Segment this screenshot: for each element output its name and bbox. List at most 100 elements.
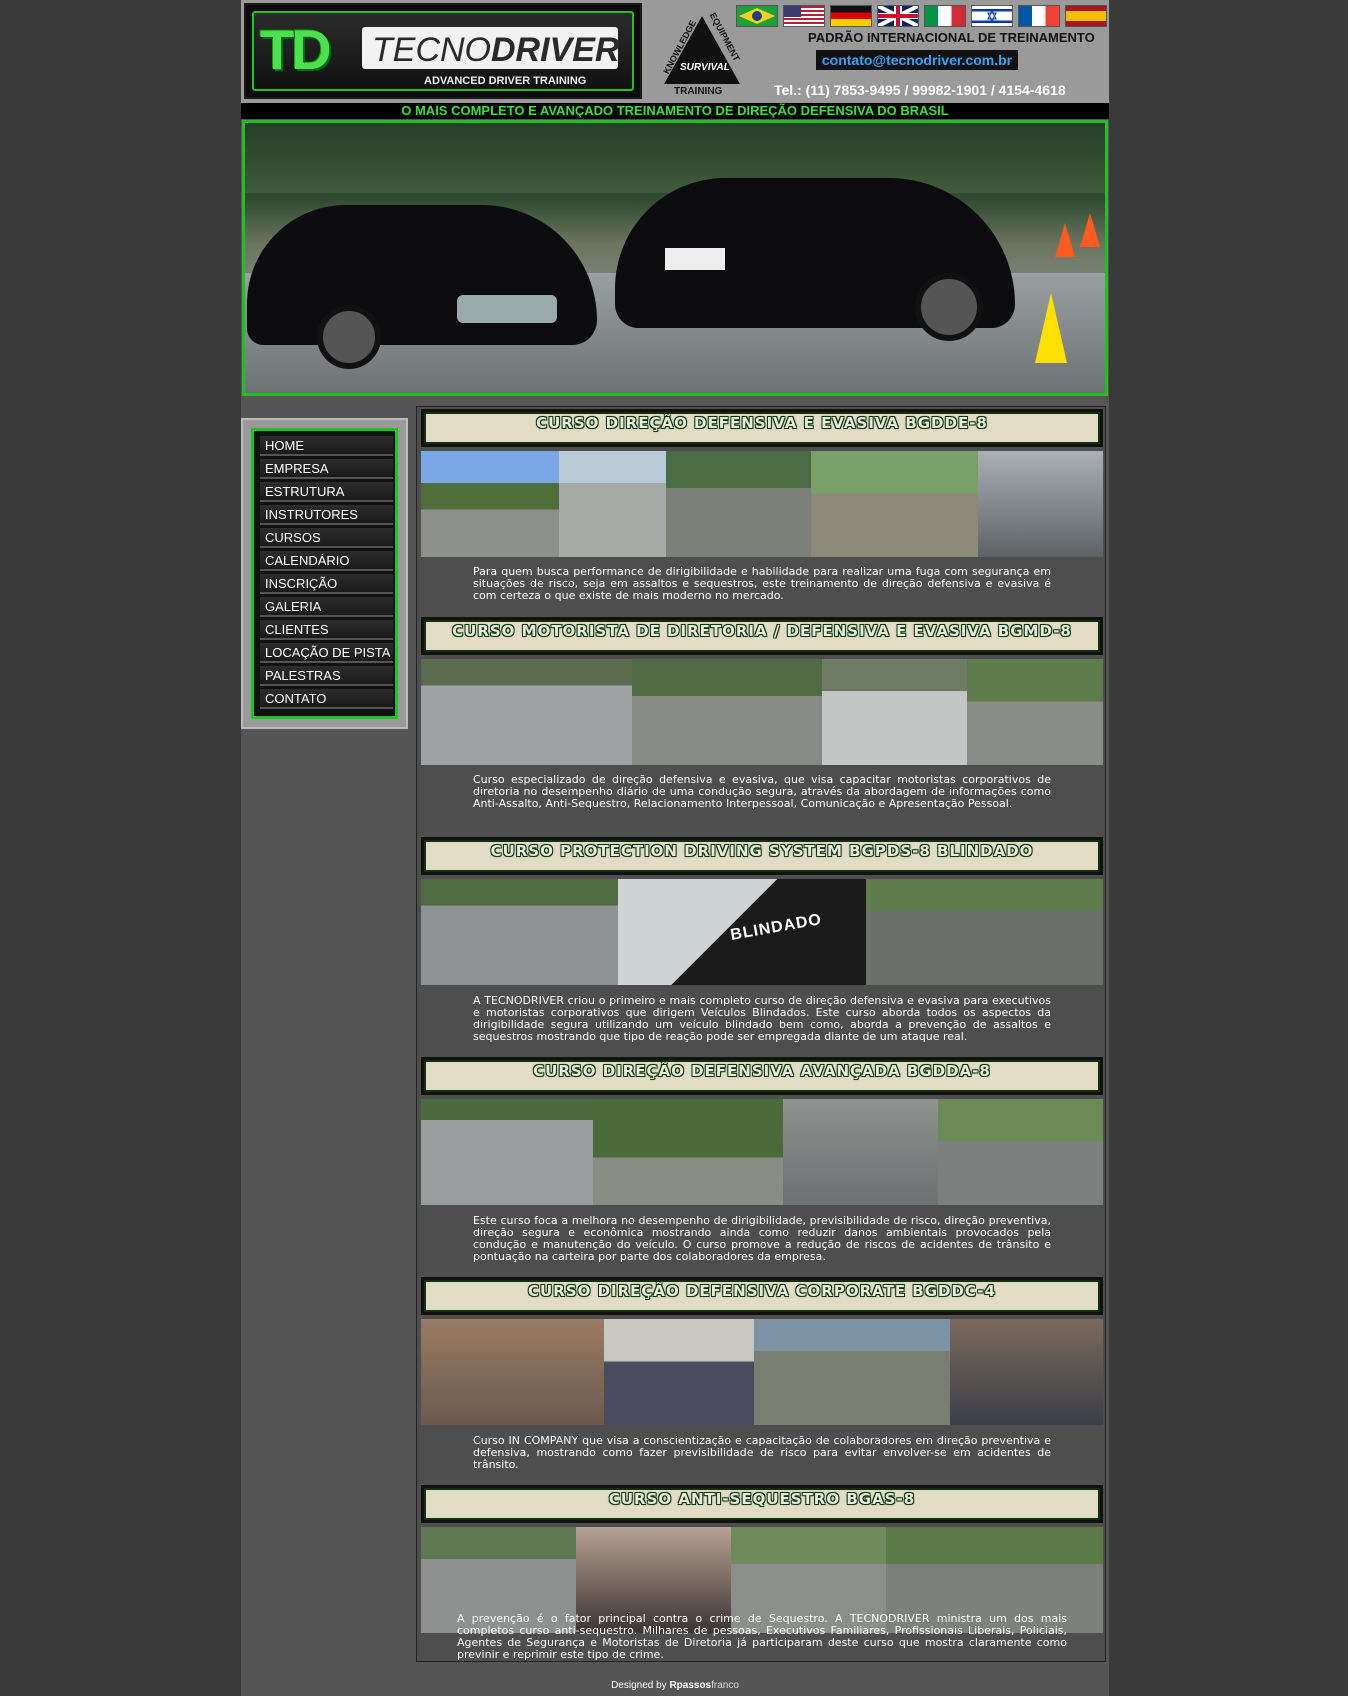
triangle-label-training: TRAINING [674, 86, 723, 97]
course-title-bgddc[interactable]: CURSO DIREÇÃO DEFENSIVA CORPORATE BGDDC-… [421, 1277, 1103, 1315]
course-title-bgpds[interactable]: CURSO PROTECTION DRIVING SYSTEM BGPDS-8 … [421, 837, 1103, 875]
course-photos-bgmd [421, 659, 1103, 765]
international-standard-label: PADRÃO INTERNACIONAL DE TREINAMENTO [808, 30, 1095, 45]
course-title-text: CURSO DIREÇÃO DEFENSIVA AVANÇADA BGDDA-8 [424, 1060, 1100, 1092]
france-flag-icon[interactable] [1018, 5, 1060, 27]
usa-flag-canton [784, 6, 801, 17]
course-photo [822, 659, 967, 765]
italy-flag-icon[interactable] [924, 5, 966, 27]
logo[interactable]: TD TECNODRIVER ADVANCED DRIVER TRAINING [244, 3, 642, 99]
course-description-bgas: A prevenção é o fator principal contra o… [457, 1612, 1067, 1661]
course-title-bgmd[interactable]: CURSO MOTORISTA DE DIRETORIA / DEFENSIVA… [421, 617, 1103, 655]
menu-item-inscricao[interactable]: INSCRIÇÃO [260, 574, 393, 594]
menu-item-cursos[interactable]: CURSOS [260, 528, 393, 548]
course-title-text: CURSO ANTI-SEQUESTRO BGAS-8 [424, 1488, 1100, 1520]
header: TD TECNODRIVER ADVANCED DRIVER TRAINING … [241, 0, 1109, 103]
logo-name-text: TECNODRIVER [372, 31, 619, 70]
menu-frame: HOME EMPRESA ESTRUTURA INSTRUTORES CURSO… [251, 428, 398, 719]
triangle-label-survival: SURVIVAL [680, 62, 730, 73]
phone-numbers: Tel.: (11) 7853-9495 / 99982-1901 / 4154… [774, 82, 1066, 98]
menu-item-instrutores[interactable]: INSTRUTORES [260, 505, 393, 525]
hero-car-grille [457, 295, 557, 323]
course-title-text: CURSO DIREÇÃO DEFENSIVA E EVASIVA BGDDE-… [424, 412, 1100, 444]
course-photo [604, 1319, 754, 1425]
course-title-text: CURSO PROTECTION DRIVING SYSTEM BGPDS-8 … [424, 840, 1100, 872]
course-description-bgddc: Curso IN COMPANY que visa a conscientiza… [473, 1434, 1051, 1471]
menu-item-galeria[interactable]: GALERIA [260, 597, 393, 617]
israel-flag-icon[interactable] [971, 5, 1013, 27]
logo-frame: TD TECNODRIVER ADVANCED DRIVER TRAINING [252, 11, 634, 91]
course-title-bgas[interactable]: CURSO ANTI-SEQUESTRO BGAS-8 [421, 1485, 1103, 1523]
menu-item-empresa[interactable]: EMPRESA [260, 459, 393, 479]
course-photo [421, 451, 559, 557]
course-photo [421, 1099, 593, 1205]
course-photo [421, 879, 618, 985]
hero-car-front [247, 205, 597, 369]
cone-icon [1035, 293, 1067, 363]
blindado-photo-label: BLINDADO [729, 911, 824, 944]
course-title-text: CURSO DIREÇÃO DEFENSIVA CORPORATE BGDDC-… [424, 1280, 1100, 1312]
course-photo [421, 1319, 604, 1425]
course-photo [950, 1319, 1103, 1425]
course-photos-bgpds: BLINDADO [421, 879, 1103, 985]
uk-flag-icon[interactable] [877, 4, 919, 28]
menu-item-locacao-de-pista[interactable]: LOCAÇÃO DE PISTA [260, 643, 393, 663]
course-title-bgdde[interactable]: CURSO DIREÇÃO DEFENSIVA E EVASIVA BGDDE-… [421, 409, 1103, 447]
cone-icon [1080, 213, 1100, 247]
hero-car-rear [615, 178, 1015, 341]
course-photo [754, 1319, 950, 1425]
course-photo [421, 659, 632, 765]
course-title-text: CURSO MOTORISTA DE DIRETORIA / DEFENSIVA… [424, 620, 1100, 652]
hero-car-wheel [317, 305, 381, 369]
course-photo [666, 451, 811, 557]
course-photo: BLINDADO [618, 879, 866, 985]
logo-subtitle: ADVANCED DRIVER TRAINING [424, 75, 587, 87]
course-title-bgdda[interactable]: CURSO DIREÇÃO DEFENSIVA AVANÇADA BGDDA-8 [421, 1057, 1103, 1095]
menu-item-estrutura[interactable]: ESTRUTURA [260, 482, 393, 502]
course-photo [967, 659, 1103, 765]
brazil-flag-icon[interactable] [736, 5, 778, 27]
brazil-flag-graphic [739, 8, 775, 24]
footer-author-rest[interactable]: franco [711, 1680, 739, 1691]
logo-name-part2: DRIVER [491, 31, 620, 69]
hero-car-plate [665, 248, 725, 270]
menu-item-calendario[interactable]: CALENDÁRIO [260, 551, 393, 571]
footer-author-bold[interactable]: Rpassos [669, 1680, 711, 1691]
germany-flag-icon[interactable] [830, 5, 872, 27]
menu-item-contato[interactable]: CONTATO [260, 689, 393, 709]
hero-trees [245, 123, 1105, 193]
logo-name-part1: TECNO [372, 31, 491, 69]
course-photo [978, 451, 1103, 557]
uk-flag-graphic [877, 4, 919, 28]
course-photo [632, 659, 822, 765]
usa-flag-icon[interactable] [783, 5, 825, 27]
course-photo [783, 1099, 938, 1205]
course-photo [811, 451, 978, 557]
spain-flag-icon[interactable] [1065, 5, 1107, 27]
logo-name: TECNODRIVER [362, 27, 619, 70]
course-photo [938, 1099, 1103, 1205]
course-description-bgpds: A TECNODRIVER criou o primeiro e mais co… [473, 994, 1051, 1043]
courses-panel: CURSO DIREÇÃO DEFENSIVA E EVASIVA BGDDE-… [416, 406, 1106, 1662]
menu-item-palestras[interactable]: PALESTRAS [260, 666, 393, 686]
course-description-bgdde: Para quem busca performance de dirigibil… [473, 565, 1051, 602]
menu-item-clientes[interactable]: CLIENTES [260, 620, 393, 640]
course-photos-bgdda [421, 1099, 1103, 1205]
course-description-bgdda: Este curso foca a melhora no desempenho … [473, 1214, 1051, 1263]
tagline-banner: O MAIS COMPLETO E AVANÇADO TREINAMENTO D… [241, 103, 1109, 119]
footer-credit: Designed by Rpassosfranco [241, 1680, 1109, 1691]
cone-icon [1055, 223, 1075, 257]
page: TD TECNODRIVER ADVANCED DRIVER TRAINING … [241, 0, 1109, 1696]
course-photo [866, 879, 1103, 985]
course-photo [593, 1099, 783, 1205]
course-photos-bgddc [421, 1319, 1103, 1425]
contact-email-link[interactable]: contato@tecnodriver.com.br [816, 50, 1018, 70]
hero-banner-image [242, 120, 1108, 396]
israel-flag-star [987, 9, 997, 23]
main-menu: HOME EMPRESA ESTRUTURA INSTRUTORES CURSO… [241, 418, 408, 729]
course-photo [559, 451, 666, 557]
course-photos-bgdde [421, 451, 1103, 557]
menu-item-home[interactable]: HOME [260, 436, 393, 456]
hero-car-wheel-rear [915, 273, 983, 341]
logo-letters: TD [260, 18, 332, 81]
